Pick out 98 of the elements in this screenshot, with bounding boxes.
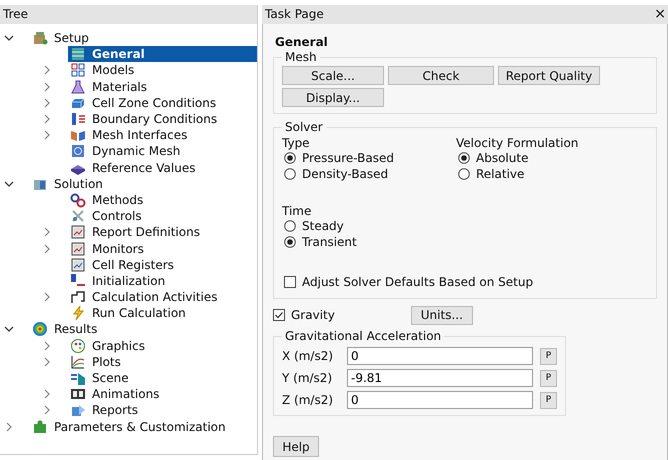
tree-item[interactable]: Parameters & Customization [30, 418, 257, 435]
tree-item[interactable]: Scene [68, 370, 257, 386]
chevron-down-icon[interactable] [4, 33, 14, 44]
group-title: Gravitational Acceleration [284, 329, 442, 343]
tree-item[interactable]: Report Definitions [68, 224, 257, 240]
tree-item[interactable]: Models [68, 62, 257, 78]
chevron-right-icon[interactable] [42, 389, 52, 400]
radio-button[interactable] [458, 152, 470, 164]
tree-item[interactable]: Animations [68, 386, 257, 402]
tree-item[interactable]: Solution [30, 176, 257, 192]
radio-button[interactable] [284, 220, 296, 232]
chevron-right-icon[interactable] [42, 65, 52, 76]
blocks-icon [70, 62, 86, 78]
chevron-right-icon[interactable] [42, 292, 52, 302]
tree-item[interactable]: Plots [68, 354, 257, 370]
tree-item[interactable]: Cell Zone Conditions [68, 94, 257, 111]
option-label: Transient [302, 235, 357, 249]
checkbox-label: Gravity [291, 308, 335, 322]
controls-icon [70, 208, 86, 224]
chevron-down-icon[interactable] [4, 324, 14, 334]
tree-item[interactable]: Reports [68, 402, 257, 418]
radio-button[interactable] [284, 168, 296, 180]
checkbox[interactable] [273, 309, 285, 321]
bolt-icon [70, 305, 86, 322]
option-label: Absolute [476, 151, 528, 165]
tree-item[interactable]: Results [30, 321, 257, 338]
tree-item[interactable]: Methods [68, 192, 257, 208]
mesh-button[interactable]: Scale... [282, 66, 384, 85]
panel-title: Tree [3, 6, 28, 23]
report-icon [70, 402, 86, 418]
option-label: Relative [476, 167, 524, 181]
tree-item[interactable]: Run Calculation [68, 305, 257, 322]
mesh-button[interactable]: Display... [282, 88, 384, 107]
group-title: Mesh [284, 50, 318, 64]
chevron-right-icon[interactable] [42, 244, 52, 254]
package-icon [32, 30, 48, 46]
group-label: Time [282, 204, 312, 218]
tree-item[interactable]: Reference Values [68, 160, 257, 176]
tree-item[interactable]: Boundary Conditions [68, 111, 257, 128]
chevron-right-icon[interactable] [42, 405, 52, 416]
scene-icon [70, 370, 86, 386]
grid-icon [70, 46, 86, 62]
tree-item[interactable]: Graphics [68, 338, 257, 354]
tree-item[interactable]: Controls [68, 208, 257, 224]
monitor-icon [70, 240, 86, 257]
puzzle-icon [32, 418, 48, 435]
checkbox[interactable] [284, 276, 296, 288]
units-button[interactable]: Units... [410, 306, 473, 324]
field-label: X (m/s2) [282, 349, 334, 363]
panel-title: Task Page [265, 6, 324, 23]
flask-icon [70, 78, 86, 95]
radio-button[interactable] [284, 152, 296, 164]
chevron-right-icon[interactable] [42, 82, 52, 92]
tree-item[interactable]: General [68, 46, 257, 62]
mesh-button[interactable]: Check [388, 66, 494, 85]
page-heading: General [275, 35, 328, 49]
chevron-right-icon[interactable] [42, 340, 52, 351]
checkbox-label: Adjust Solver Defaults Based on Setup [302, 275, 534, 289]
input-field[interactable]: -9.81 [347, 369, 533, 387]
group-label: Velocity Formulation [456, 136, 580, 150]
chevron-right-icon[interactable] [42, 98, 52, 108]
close-button[interactable]: × [654, 5, 668, 24]
group-title: Solver [284, 120, 324, 134]
radio-button[interactable] [458, 168, 470, 180]
chevron-right-icon[interactable] [42, 227, 52, 238]
tree-item[interactable]: Initialization [68, 272, 257, 289]
tree-item[interactable]: Setup [30, 30, 257, 46]
tree-item[interactable]: Calculation Activities [68, 289, 257, 306]
palette-icon [70, 338, 86, 354]
gears-icon [70, 192, 86, 208]
chevron-right-icon[interactable] [4, 422, 14, 432]
chevron-right-icon[interactable] [42, 356, 52, 367]
radio-button[interactable] [284, 236, 296, 248]
tree-item[interactable]: Materials [68, 78, 257, 95]
chevron-down-icon[interactable] [4, 178, 14, 189]
tree-item[interactable]: Dynamic Mesh [68, 143, 257, 160]
parameter-button[interactable]: P [540, 392, 557, 408]
parameter-button[interactable]: P [540, 370, 557, 386]
option-label: Steady [302, 219, 344, 233]
monitor-icon [70, 256, 86, 273]
group-label: Type [282, 136, 311, 150]
chevron-right-icon[interactable] [42, 114, 52, 124]
plot-icon [70, 354, 86, 370]
input-field[interactable]: 0 [347, 391, 533, 409]
tree-item[interactable]: Mesh Interfaces [68, 127, 257, 144]
tree-item[interactable]: Cell Registers [68, 256, 257, 273]
field-label: Y (m/s2) [282, 371, 334, 385]
chevron-right-icon[interactable] [42, 130, 52, 140]
field-label: Z (m/s2) [282, 393, 334, 407]
option-label: Pressure-Based [302, 151, 394, 165]
help-button[interactable]: Help [273, 436, 319, 457]
monitor-icon [70, 224, 86, 240]
option-label: Density-Based [302, 167, 388, 181]
input-field[interactable]: 0 [347, 347, 533, 365]
parameter-button[interactable]: P [540, 348, 557, 364]
contour-icon [32, 321, 48, 338]
tree-item[interactable]: Monitors [68, 240, 257, 257]
mesh-button[interactable]: Report Quality [498, 66, 600, 85]
